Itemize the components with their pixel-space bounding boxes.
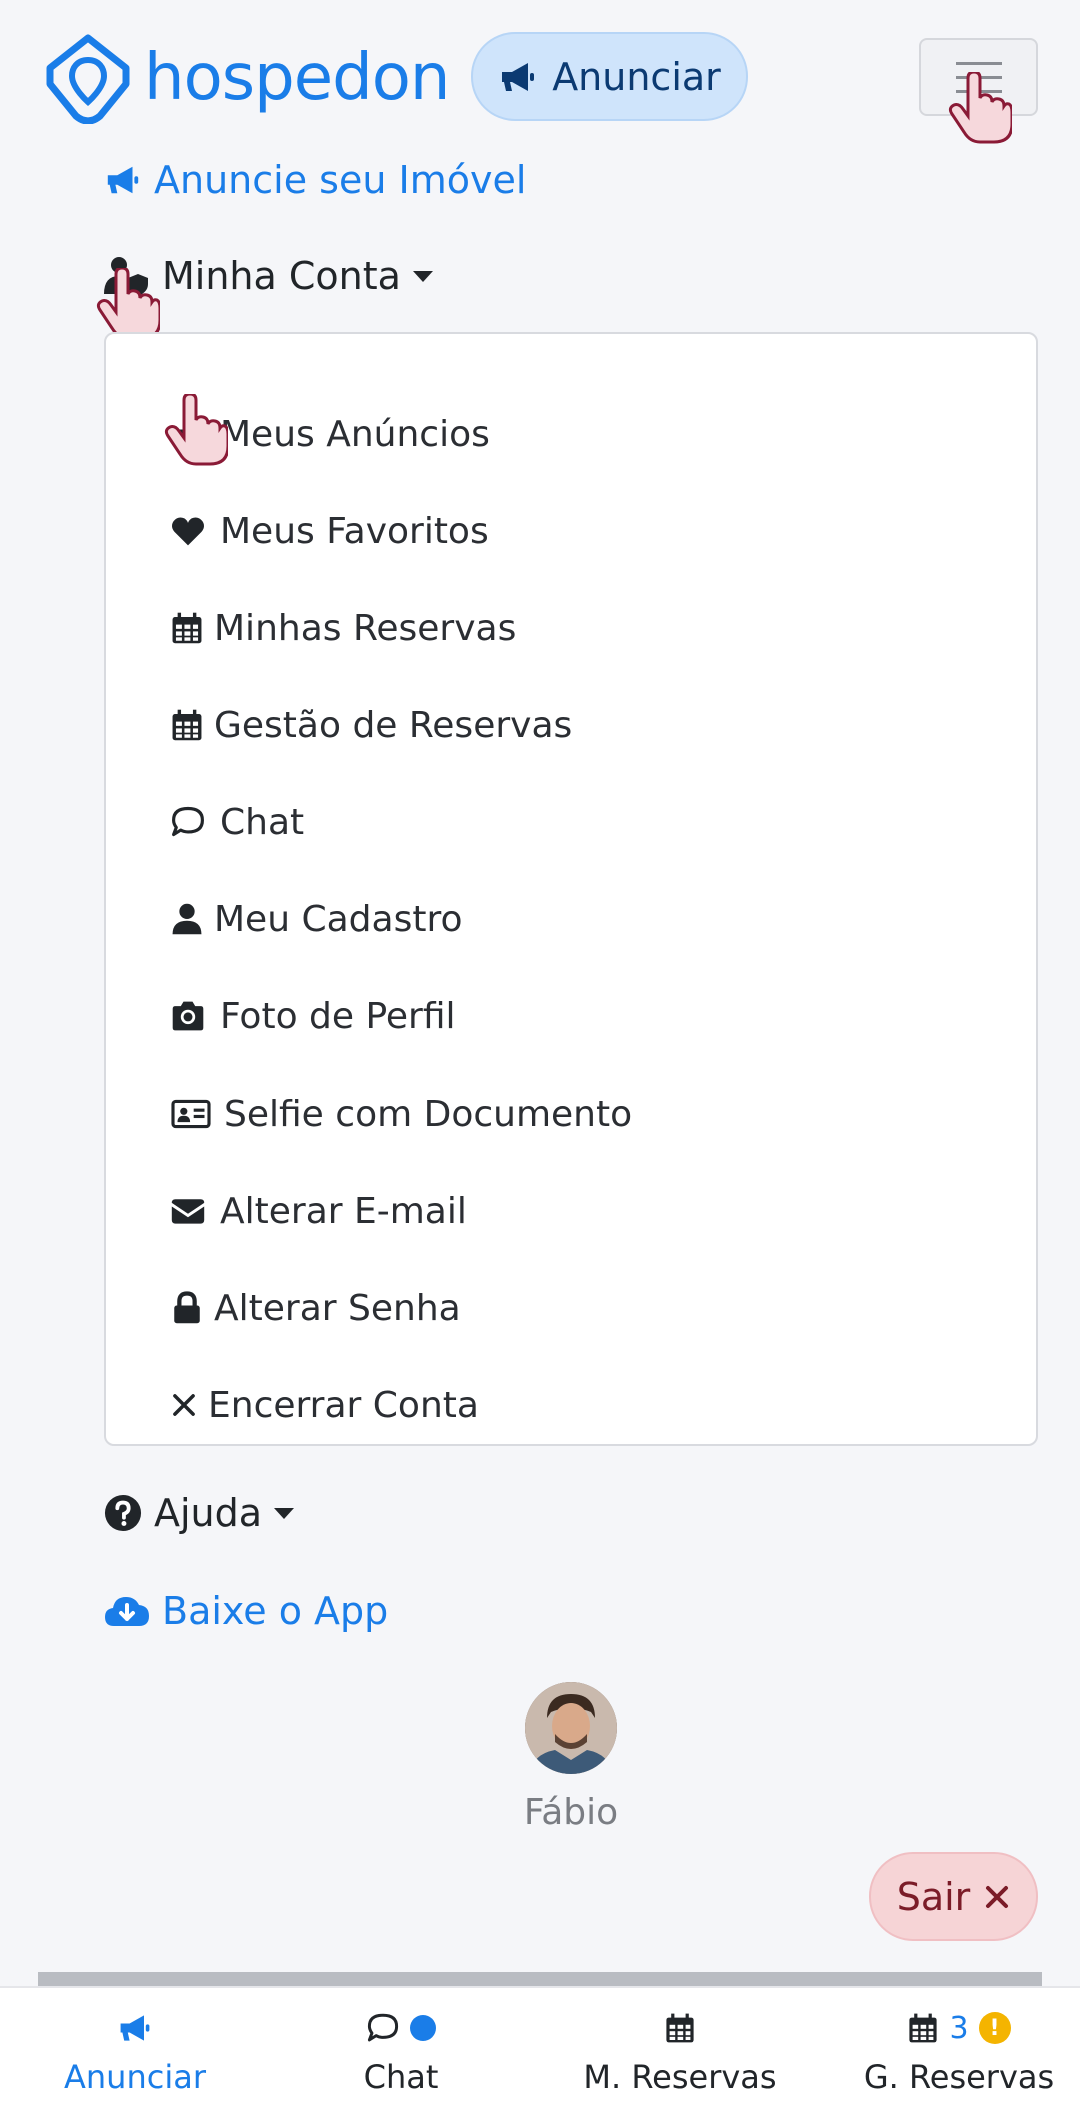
caret-down-icon	[274, 1507, 295, 1519]
profile-photo	[525, 1682, 617, 1774]
chat-icon	[367, 2013, 399, 2042]
close-icon	[173, 1394, 195, 1416]
menu-item-selfie-documento[interactable]: Selfie com Documento	[170, 1084, 632, 1144]
pointer-hand-icon	[164, 394, 228, 466]
calendar-icon	[172, 709, 202, 741]
menu-item-meu-cadastro[interactable]: Meu Cadastro	[170, 889, 462, 949]
bottom-navigation: Anunciar Chat M. Reservas 3 ! G. Reserva…	[0, 1986, 1080, 2114]
calendar-icon	[909, 2013, 938, 2043]
calendar-icon	[666, 2013, 694, 2043]
menu-item-label: Alterar Senha	[214, 1287, 461, 1329]
menu-item-label: Gestão de Reservas	[214, 704, 573, 746]
menu-item-label: Encerrar Conta	[208, 1384, 479, 1426]
anuncie-imovel-label: Anuncie seu Imóvel	[154, 158, 527, 202]
user-name: Fábio	[523, 1792, 619, 1833]
minha-conta-label: Minha Conta	[162, 254, 401, 298]
logo-text: hospedon	[144, 41, 450, 115]
background-image-strip	[38, 1972, 1042, 1986]
menu-item-alterar-senha[interactable]: Alterar Senha	[170, 1278, 461, 1338]
menu-item-gestao-reservas[interactable]: Gestão de Reservas	[170, 695, 572, 755]
menu-item-encerrar-conta[interactable]: Encerrar Conta	[170, 1375, 479, 1435]
unread-dot-icon	[410, 2015, 436, 2041]
menu-item-label: Meus Anúncios	[220, 413, 490, 455]
bottom-nav-minhas-reservas[interactable]: M. Reservas	[545, 1988, 815, 2114]
heart-icon	[172, 517, 204, 546]
menu-item-label: Minhas Reservas	[214, 607, 517, 649]
bottom-nav-label: G. Reservas	[863, 2058, 1055, 2096]
bottom-nav-anunciar[interactable]: Anunciar	[0, 1988, 270, 2114]
pointer-hand-icon	[96, 268, 160, 340]
envelope-icon	[171, 1199, 205, 1224]
logout-button-label: Sair	[896, 1874, 971, 1919]
cloud-download-icon	[105, 1597, 149, 1626]
bottom-nav-gestao-reservas[interactable]: 3 ! G. Reservas	[824, 1988, 1080, 2114]
megaphone-icon	[107, 166, 139, 194]
ajuda-dropdown-toggle[interactable]: Ajuda	[104, 1483, 295, 1543]
reservation-count-badge: 3	[949, 2010, 969, 2046]
menu-item-chat[interactable]: Chat	[170, 792, 304, 852]
menu-item-foto-perfil[interactable]: Foto de Perfil	[170, 986, 456, 1046]
hamburger-line	[955, 61, 1002, 65]
ajuda-label: Ajuda	[154, 1491, 263, 1535]
top-header: hospedon Anunciar	[0, 0, 1080, 150]
menu-item-label: Meus Favoritos	[220, 510, 489, 552]
pointer-hand-icon	[948, 72, 1012, 144]
menu-item-label: Alterar E-mail	[220, 1190, 467, 1232]
close-icon	[986, 1885, 1009, 1908]
id-card-icon	[171, 1099, 211, 1129]
lock-icon	[174, 1291, 200, 1324]
help-circle-icon	[104, 1494, 142, 1532]
baixe-app-link[interactable]: Baixe o App	[104, 1581, 388, 1641]
menu-item-meus-favoritos[interactable]: Meus Favoritos	[170, 501, 489, 561]
anunciar-button[interactable]: Anunciar	[471, 32, 748, 121]
menu-item-label: Foto de Perfil	[220, 995, 456, 1037]
hospedon-logo[interactable]: hospedon	[42, 32, 450, 124]
baixe-app-label: Baixe o App	[162, 1589, 389, 1633]
bottom-nav-label: Anunciar	[64, 2058, 206, 2096]
minha-conta-dropdown-menu: Meus Anúncios Meus Favoritos Minhas Rese…	[104, 332, 1038, 1446]
menu-item-label: Meu Cadastro	[214, 898, 463, 940]
bottom-nav-label: Chat	[363, 2058, 439, 2096]
megaphone-icon	[120, 2015, 150, 2041]
caret-down-icon	[412, 270, 433, 282]
menu-item-alterar-email[interactable]: Alterar E-mail	[170, 1181, 467, 1241]
chat-icon	[172, 806, 204, 837]
avatar[interactable]	[525, 1682, 617, 1774]
logout-button[interactable]: Sair	[869, 1852, 1038, 1941]
anuncie-imovel-link[interactable]: Anuncie seu Imóvel	[104, 150, 526, 210]
bottom-nav-label: M. Reservas	[583, 2058, 777, 2096]
menu-item-minhas-reservas[interactable]: Minhas Reservas	[170, 598, 516, 658]
warning-icon: !	[978, 2012, 1011, 2044]
menu-item-label: Selfie com Documento	[224, 1093, 633, 1135]
megaphone-icon	[502, 62, 535, 91]
bottom-nav-chat[interactable]: Chat	[266, 1988, 536, 2114]
user-icon	[172, 903, 202, 935]
menu-item-label: Chat	[220, 801, 305, 843]
calendar-icon	[172, 612, 202, 644]
anunciar-button-label: Anunciar	[552, 54, 721, 99]
camera-icon	[172, 1001, 204, 1031]
house-pin-logo-icon	[46, 34, 130, 124]
